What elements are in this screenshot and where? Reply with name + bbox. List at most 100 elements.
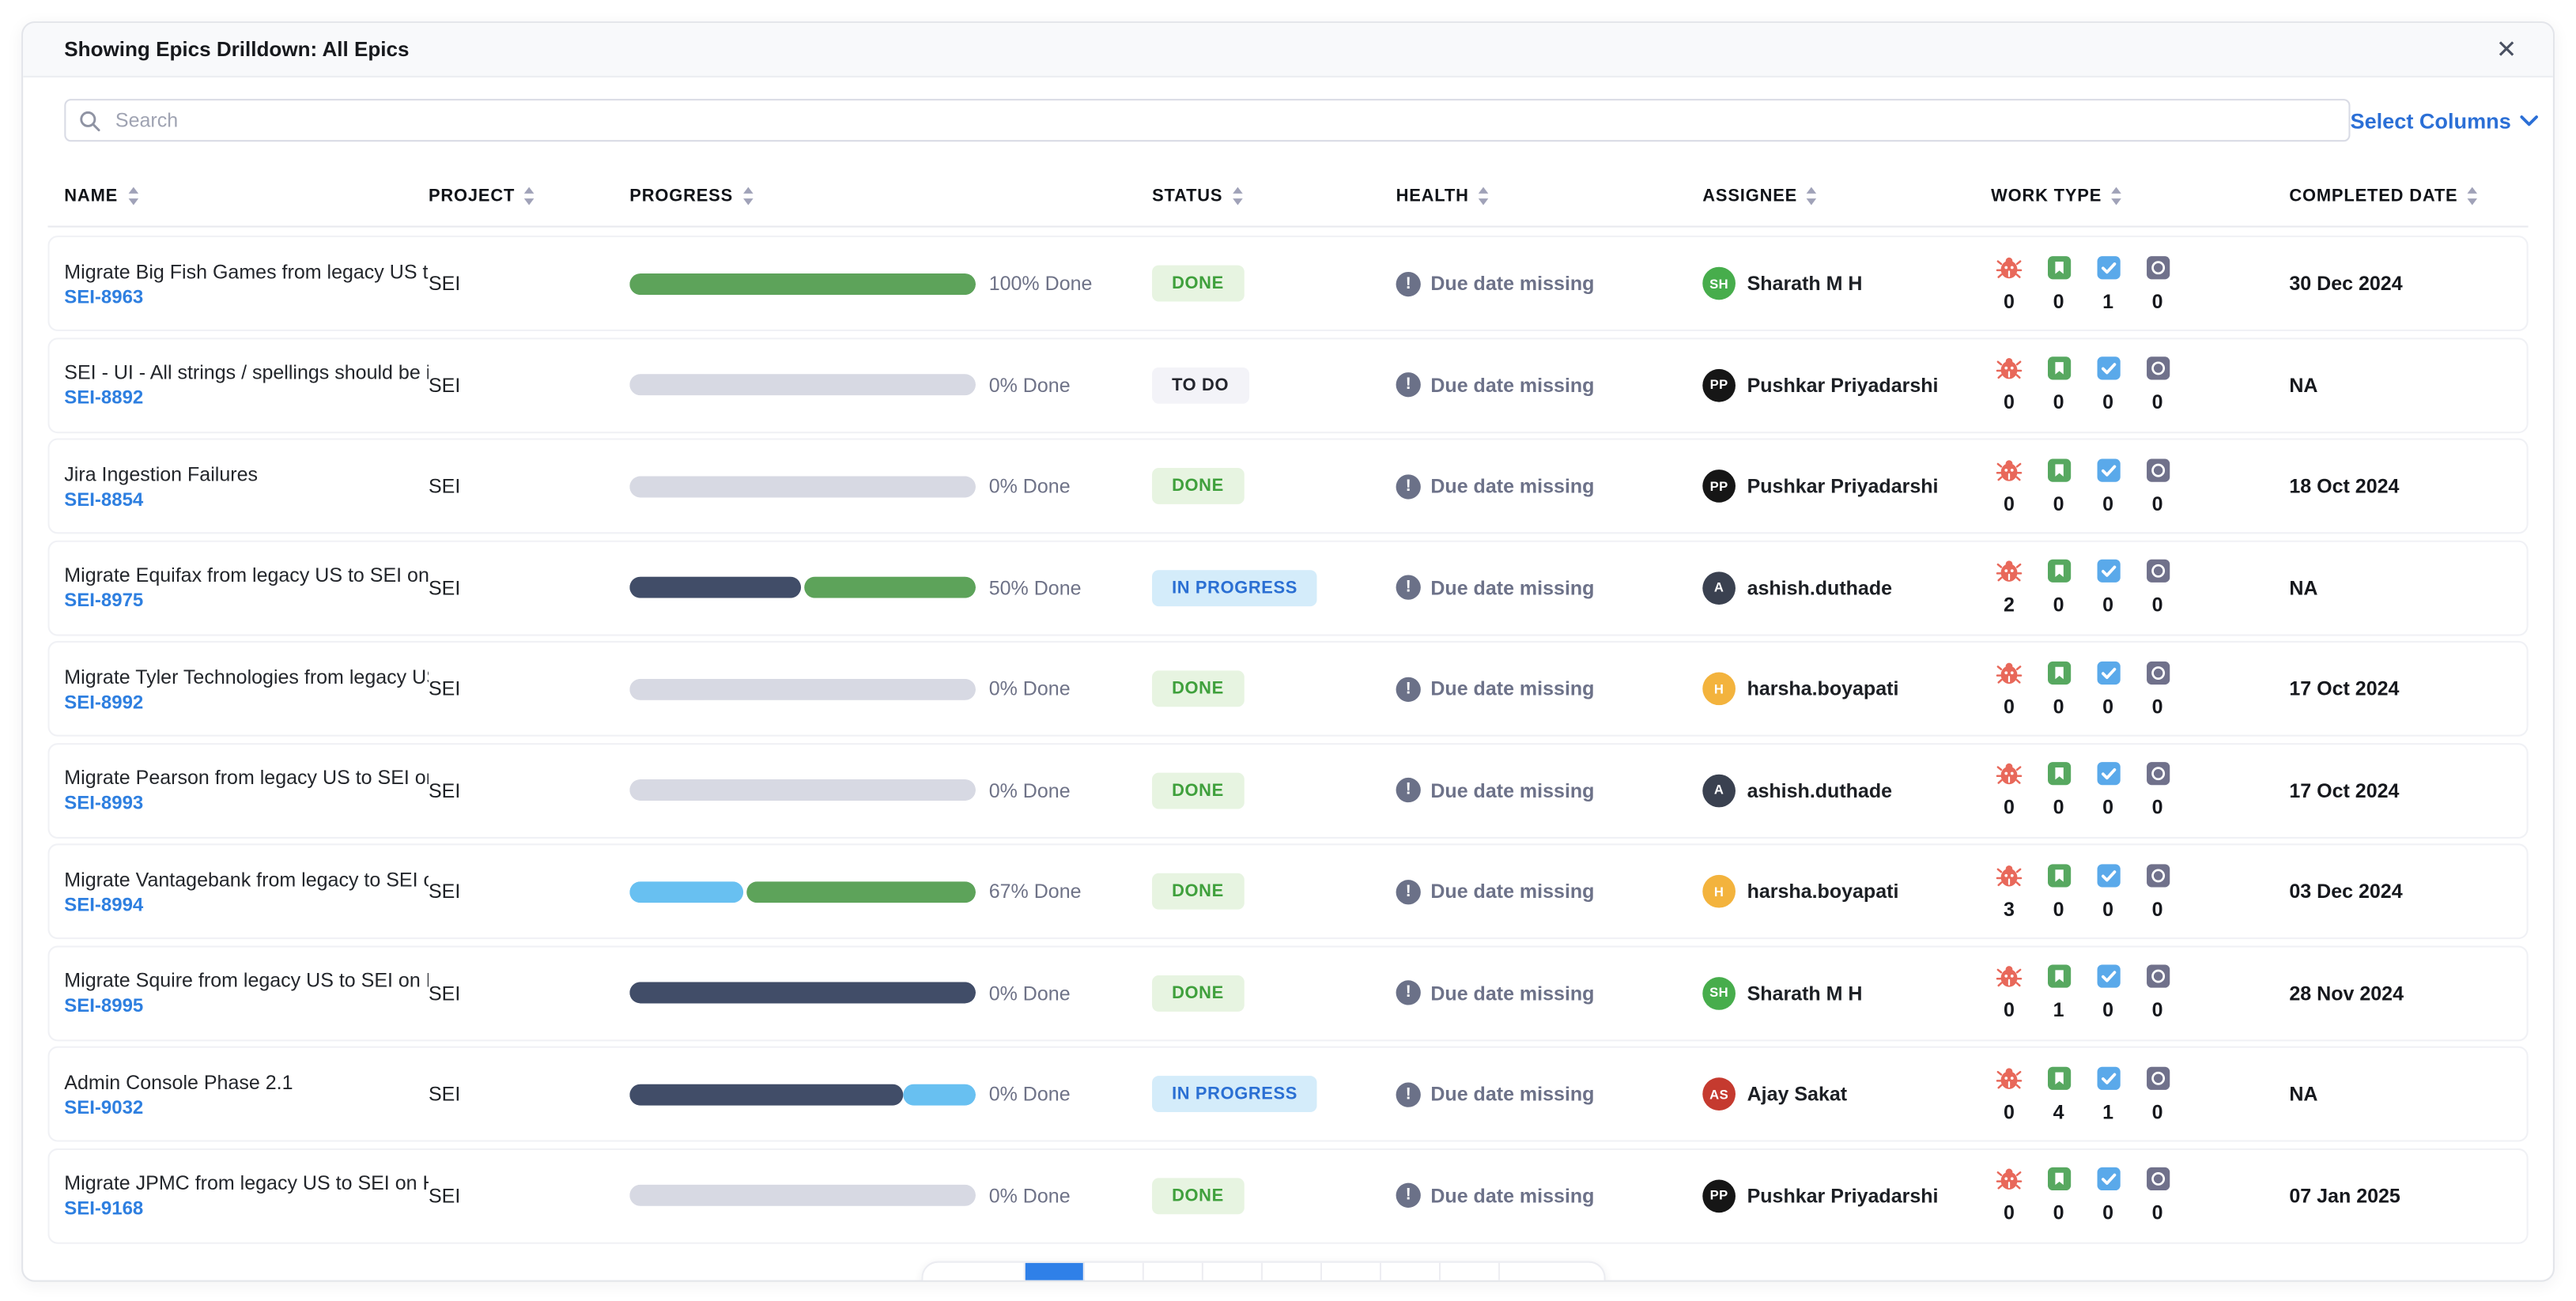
epic-key-link[interactable]: SEI-8892 xyxy=(64,389,429,409)
pagination-page-3[interactable]: 3 xyxy=(1144,1262,1204,1280)
epic-key-link[interactable]: SEI-8963 xyxy=(64,288,429,307)
pagination-page-7[interactable]: 7 xyxy=(1381,1262,1441,1280)
epic-key-link[interactable]: SEI-9032 xyxy=(64,1098,429,1118)
close-icon[interactable]: ✕ xyxy=(2496,37,2517,62)
story-count: 0 xyxy=(2053,897,2064,921)
task-count: 0 xyxy=(2102,998,2114,1022)
assignee-cell: PP Pushkar Priyadarshi xyxy=(1702,469,1991,503)
pagination-prev-button[interactable]: ← Prev xyxy=(922,1262,1026,1280)
sort-icon[interactable] xyxy=(1231,187,1245,206)
search-icon xyxy=(80,110,100,131)
health-cell: ! Due date missing xyxy=(1396,879,1703,904)
table-row[interactable]: Admin Console Phase 2.1 SEI-9032 SEI 0% … xyxy=(47,1046,2529,1142)
task-icon xyxy=(2096,356,2120,380)
task-count: 0 xyxy=(2102,593,2114,617)
assignee-cell: A ashish.duthade xyxy=(1702,773,1991,807)
epic-key-link[interactable]: SEI-8992 xyxy=(64,693,429,713)
table-row[interactable]: Migrate JPMC from legacy US to SEI on Ha… xyxy=(47,1147,2529,1243)
epic-name-cell: Migrate Pearson from legacy US to SEI on… xyxy=(64,766,429,813)
health-text: Due date missing xyxy=(1430,1183,1595,1207)
pagination-page-1[interactable]: 1 xyxy=(1025,1262,1086,1280)
pagination-page-8[interactable]: 8 xyxy=(1441,1262,1501,1280)
table-row[interactable]: Migrate Vantagebank from legacy to SEI o… xyxy=(47,843,2529,940)
health-text: Due date missing xyxy=(1430,575,1595,599)
bug-icon xyxy=(1996,1067,2023,1088)
column-header-label: Assignee xyxy=(1702,186,1798,206)
work-type-bug: 0 xyxy=(1991,761,2027,819)
table-row[interactable]: Migrate Big Fish Games from legacy US to… xyxy=(47,236,2529,331)
bug-icon xyxy=(1996,459,2023,481)
health-warning-icon: ! xyxy=(1396,777,1421,803)
status-badge: IN PROGRESS xyxy=(1152,569,1318,606)
search-box[interactable] xyxy=(64,99,2351,142)
table-row[interactable]: Migrate Equifax from legacy US to SEI on… xyxy=(47,539,2529,635)
status-badge: DONE xyxy=(1152,771,1244,809)
column-header-progress[interactable]: Progress xyxy=(629,187,1152,206)
task-icon xyxy=(2096,762,2120,786)
column-header-assignee[interactable]: Assignee xyxy=(1702,187,1991,206)
sort-icon[interactable] xyxy=(523,187,537,206)
column-header-work-type[interactable]: Work Type xyxy=(1991,187,2289,206)
column-header-project[interactable]: Project xyxy=(429,187,629,206)
status-badge: DONE xyxy=(1152,1177,1244,1214)
work-type-cell: 0 0 0 0 xyxy=(1991,660,2289,718)
sort-icon[interactable] xyxy=(2110,187,2124,206)
table-body: Migrate Big Fish Games from legacy US to… xyxy=(47,225,2529,1249)
sort-icon[interactable] xyxy=(1477,187,1490,206)
pagination-page-4[interactable]: 4 xyxy=(1203,1262,1263,1280)
assignee-cell: A ashish.duthade xyxy=(1702,571,1991,604)
work-type-bug: 0 xyxy=(1991,660,2027,718)
work-type-other: 0 xyxy=(2140,255,2176,312)
task-icon xyxy=(2096,255,2120,279)
bug-icon xyxy=(1996,357,2023,379)
sort-icon[interactable] xyxy=(741,187,754,206)
pagination-page-5[interactable]: 5 xyxy=(1263,1262,1323,1280)
progress-cell: 0% Done xyxy=(629,474,1152,498)
avatar: H xyxy=(1702,672,1736,706)
work-type-other: 0 xyxy=(2140,660,2176,718)
pagination-next-button[interactable]: Next → xyxy=(1500,1262,1605,1280)
other-icon xyxy=(2146,964,2170,988)
select-columns-button[interactable]: Select Columns xyxy=(2350,108,2537,133)
status-cell: DONE xyxy=(1152,670,1396,707)
progress-cell: 0% Done xyxy=(629,1083,1152,1106)
table-row[interactable]: Migrate Tyler Technologies from legacy U… xyxy=(47,640,2529,737)
avatar: SH xyxy=(1702,266,1736,300)
column-header-health[interactable]: Health xyxy=(1396,187,1703,206)
progress-bar xyxy=(629,576,976,598)
sort-icon[interactable] xyxy=(2466,187,2480,206)
epic-key-link[interactable]: SEI-8995 xyxy=(64,997,429,1016)
work-type-task: 0 xyxy=(2090,1167,2126,1224)
progress-segment xyxy=(629,1083,904,1105)
chevron-down-icon xyxy=(2519,115,2537,126)
epic-key-link[interactable]: SEI-8854 xyxy=(64,490,429,510)
pagination-page-2[interactable]: 2 xyxy=(1085,1262,1145,1280)
work-type-other: 0 xyxy=(2140,1065,2176,1123)
completed-date-cell: 18 Oct 2024 xyxy=(2289,474,2400,498)
sort-icon[interactable] xyxy=(126,187,139,206)
pagination-page-6[interactable]: 6 xyxy=(1322,1262,1382,1280)
other-count: 0 xyxy=(2151,1201,2163,1224)
table-row[interactable]: Jira Ingestion Failures SEI-8854 SEI 0% … xyxy=(47,438,2529,534)
health-warning-icon: ! xyxy=(1396,1182,1421,1208)
epic-key-link[interactable]: SEI-8993 xyxy=(64,794,429,814)
progress-bar xyxy=(629,982,976,1004)
health-cell: ! Due date missing xyxy=(1396,473,1703,499)
epic-key-link[interactable]: SEI-8994 xyxy=(64,896,429,915)
other-count: 0 xyxy=(2151,998,2163,1022)
other-count: 0 xyxy=(2151,1099,2163,1123)
column-header-name[interactable]: Name xyxy=(64,187,429,206)
work-type-task: 0 xyxy=(2090,356,2126,413)
search-input[interactable] xyxy=(111,107,2336,134)
epic-key-link[interactable]: SEI-9168 xyxy=(64,1200,429,1220)
table-row[interactable]: SEI - UI - All strings / spellings shoul… xyxy=(47,337,2529,433)
table-row[interactable]: Migrate Pearson from legacy US to SEI on… xyxy=(47,742,2529,838)
table-row[interactable]: Migrate Squire from legacy US to SEI on … xyxy=(47,945,2529,1041)
column-header-completed-date[interactable]: Completed Date xyxy=(2289,187,2511,206)
epic-key-link[interactable]: SEI-8975 xyxy=(64,591,429,611)
story-icon xyxy=(2046,559,2071,583)
progress-cell: 50% Done xyxy=(629,576,1152,599)
sort-icon[interactable] xyxy=(1806,187,1819,206)
column-header-status[interactable]: Status xyxy=(1152,187,1396,206)
progress-bar xyxy=(629,677,976,700)
